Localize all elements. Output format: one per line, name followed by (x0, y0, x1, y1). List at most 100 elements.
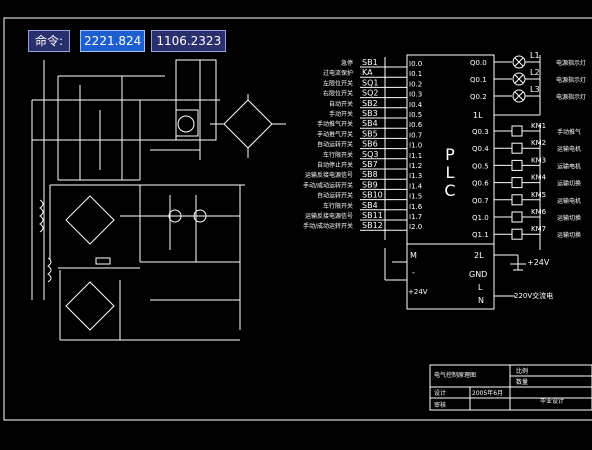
output-port: Q0.1 (470, 76, 487, 84)
output-port: Q0.2 (470, 93, 487, 101)
lamp-label: L1 (530, 51, 540, 60)
coil-label: KM6 (531, 208, 547, 216)
coil-symbol (511, 177, 523, 189)
output-port: Q1.1 (472, 231, 489, 239)
input-device: SB12 (362, 221, 383, 230)
output-port: Q0.3 (472, 128, 489, 136)
command-label: 命令: (28, 30, 71, 52)
plc-label-1l: 1L (473, 111, 483, 120)
left-circuit-schematic (31, 59, 286, 341)
coil-label: KM7 (531, 225, 546, 233)
input-desc: 车行限开关 (323, 151, 353, 159)
input-device: SB6 (362, 140, 378, 149)
title-block-ratio: 比例 (516, 367, 528, 375)
input-port: I0.5 (409, 111, 422, 119)
coil-symbol (511, 228, 523, 240)
coil-symbol (511, 211, 523, 223)
output-port: Q0.0 (470, 59, 487, 67)
input-port: I0.4 (409, 101, 423, 109)
input-device: SB1 (362, 58, 378, 67)
cad-drawing-canvas[interactable]: 急停 SB1 I0.0 过电流保护 KA I0.1 左限位开关 SQ1 I0.2 右限位开关 SQ2… (0, 0, 592, 450)
plc-label-24v-in: +24V (408, 288, 428, 296)
input-device: SB4 (362, 119, 378, 128)
input-desc: 自动开关 (329, 100, 353, 108)
input-desc: 车行限开关 (323, 202, 353, 210)
coil-desc: 运输电机 (557, 145, 581, 153)
input-desc: 急停 (341, 59, 353, 67)
input-device: SB10 (362, 191, 383, 200)
input-desc: 手动推气开关 (317, 120, 353, 128)
coil-desc: 运输切换 (557, 214, 581, 222)
lamp-label: L2 (530, 68, 540, 77)
input-device: SB11 (362, 211, 383, 220)
input-port: I1.6 (409, 203, 423, 211)
input-device: KA (362, 68, 373, 77)
coordinate-y-input[interactable]: 1106.2323 (151, 30, 227, 52)
coil-desc: 运输电机 (557, 197, 581, 205)
title-block-design: 设计 (434, 389, 446, 397)
input-desc: 运输反接电源信号 (305, 212, 353, 220)
input-desc: 自动运转开关 (317, 141, 353, 149)
coil-label: KM1 (531, 122, 546, 130)
plc-label-n: N (478, 296, 484, 305)
input-desc: 左限位开关 (323, 79, 353, 87)
plc-label-gnd: GND (469, 270, 487, 279)
input-device: SB9 (362, 180, 378, 189)
input-device: SB3 (362, 109, 378, 118)
input-port: I0.3 (409, 91, 422, 99)
input-desc: 手动开关 (329, 110, 353, 118)
coil-label: KM3 (531, 156, 546, 164)
title-block-title: 电气控制原理图 (434, 371, 476, 379)
input-desc: 手动推气开关 (317, 130, 353, 138)
input-device: SQ2 (362, 89, 378, 98)
input-desc: 右限位开关 (323, 90, 353, 98)
output-port: Q1.0 (472, 214, 489, 222)
input-port: I2.0 (409, 223, 422, 231)
title-block-qty: 数量 (516, 378, 528, 386)
input-device: SB5 (362, 129, 378, 138)
lamp-desc: 电源指示灯 (556, 59, 586, 67)
plc-label-l: L (478, 283, 483, 292)
plc-label-m: M (410, 251, 417, 260)
plc-title-l: L (446, 163, 455, 182)
input-desc: 自动停止开关 (317, 161, 353, 169)
coil-symbol (511, 142, 523, 154)
input-port: I0.2 (409, 80, 422, 88)
title-block-graduation: 毕业设计 (540, 397, 564, 405)
coil-label: KM5 (531, 191, 546, 199)
input-desc: 手动/成动运转开关 (303, 181, 353, 189)
coil-desc: 运输切换 (557, 180, 581, 188)
plc-label-minus: - (412, 268, 415, 277)
command-bar[interactable]: 命令: 2221.824 1106.2323 (28, 30, 227, 52)
input-port: I1.3 (409, 172, 422, 180)
drawing-frame (3, 17, 592, 421)
plc-label-24v-out: +24V (527, 258, 550, 267)
input-device: SQ1 (362, 78, 378, 87)
coil-symbol (511, 194, 523, 206)
lamp-label: L3 (530, 85, 540, 94)
plc-title-c: C (444, 181, 455, 200)
coil-desc: 运输电机 (557, 162, 581, 170)
input-port: I1.7 (409, 213, 422, 221)
lamp-desc: 电源指示灯 (556, 93, 586, 101)
input-port: I1.2 (409, 162, 422, 170)
coil-symbol (511, 125, 523, 137)
coil-desc: 手动推气 (557, 128, 581, 136)
input-device: SB8 (362, 170, 378, 179)
input-device: SB4 (362, 201, 378, 210)
input-port: I1.5 (409, 193, 422, 201)
input-desc: 过电流保护 (323, 69, 353, 77)
input-port: I0.6 (409, 121, 423, 129)
input-port: I1.1 (409, 152, 422, 160)
coil-symbol (511, 159, 523, 171)
coil-label: KM4 (531, 174, 547, 182)
input-port: I1.4 (409, 182, 423, 190)
input-device: SB2 (362, 99, 378, 108)
coil-desc: 运输切换 (557, 231, 581, 239)
title-block-date: 2005年6月 (472, 389, 503, 397)
coil-label: KM2 (531, 139, 546, 147)
output-port: Q0.6 (472, 180, 489, 188)
plc-title-p: P (445, 145, 455, 164)
coordinate-x-input[interactable]: 2221.824 (80, 30, 146, 52)
title-block-review: 审核 (434, 401, 446, 409)
